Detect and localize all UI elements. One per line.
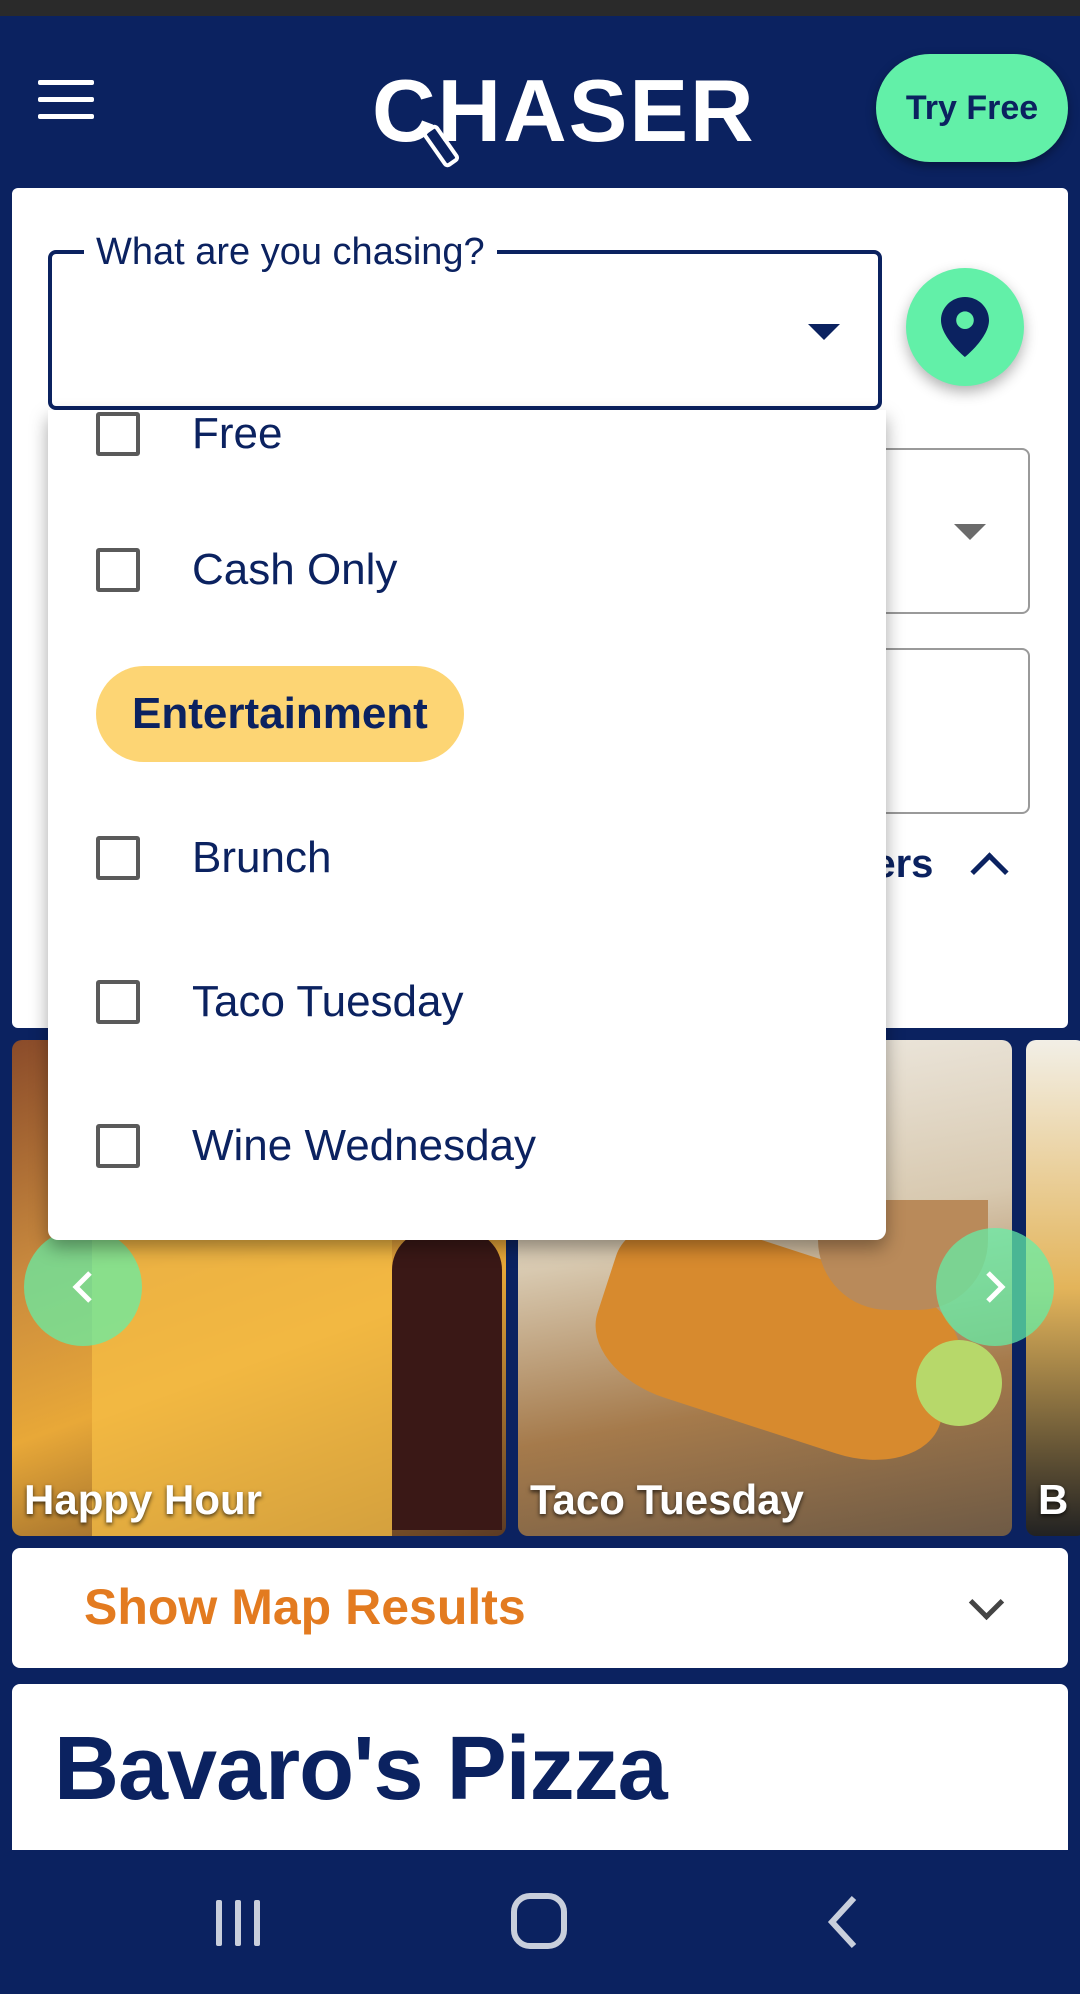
top-bar: CHASER Try Free — [0, 16, 1080, 188]
chasing-select-label: What are you chasing? — [84, 228, 497, 276]
option-taco-tuesday[interactable]: Taco Tuesday — [96, 962, 464, 1042]
category-card-label: B — [1038, 1476, 1069, 1523]
category-card-label: Taco Tuesday — [530, 1476, 804, 1523]
location-button[interactable] — [906, 268, 1024, 386]
option-cash-only[interactable]: Cash Only — [96, 530, 397, 610]
chevron-right-icon — [986, 1271, 1006, 1303]
lime-image — [916, 1340, 1002, 1426]
checkbox[interactable] — [96, 836, 140, 880]
option-label: Taco Tuesday — [192, 977, 464, 1026]
carousel-prev-button[interactable] — [24, 1228, 142, 1346]
status-bar — [0, 0, 1080, 16]
carousel-next-button[interactable] — [936, 1228, 1054, 1346]
checkbox[interactable] — [96, 548, 140, 592]
option-label: Wine Wednesday — [192, 1121, 537, 1170]
group-chip-entertainment[interactable]: Entertainment — [96, 666, 464, 762]
caret-down-icon[interactable] — [954, 524, 986, 540]
recent-apps-icon[interactable] — [208, 1892, 268, 1952]
back-icon[interactable] — [816, 1892, 876, 1952]
option-label: Brunch — [192, 833, 332, 882]
home-icon[interactable] — [508, 1890, 572, 1954]
chevron-down-icon — [968, 1584, 1005, 1621]
checkbox[interactable] — [96, 1124, 140, 1168]
category-card-label: Happy Hour — [24, 1476, 263, 1523]
result-card[interactable]: Bavaro's Pizza — [12, 1684, 1068, 1850]
chevron-left-icon — [72, 1271, 92, 1303]
system-nav-bar — [0, 1850, 1080, 1994]
checkbox[interactable] — [96, 980, 140, 1024]
checkbox[interactable] — [96, 412, 140, 456]
option-brunch[interactable]: Brunch — [96, 818, 331, 898]
wine-glass-image — [392, 1230, 502, 1530]
magnifier-icon — [422, 124, 460, 168]
show-map-results-label: Show Map Results — [84, 1579, 526, 1635]
option-label: Cash Only — [192, 545, 398, 594]
try-free-button[interactable]: Try Free — [876, 54, 1068, 162]
menu-icon[interactable] — [38, 80, 94, 120]
result-title: Bavaro's Pizza — [54, 1719, 668, 1819]
chasing-dropdown-menu: Free Cash Only Entertainment Brunch Taco… — [48, 410, 886, 1240]
option-free[interactable]: Free — [96, 410, 282, 474]
location-pin-icon — [941, 297, 989, 357]
show-map-results-toggle[interactable]: Show Map Results — [12, 1548, 1068, 1668]
option-label: Free — [192, 410, 283, 458]
caret-down-icon[interactable] — [808, 324, 840, 340]
option-wine-wednesday[interactable]: Wine Wednesday — [96, 1106, 536, 1186]
chaser-logo[interactable]: CHASER — [372, 56, 754, 186]
